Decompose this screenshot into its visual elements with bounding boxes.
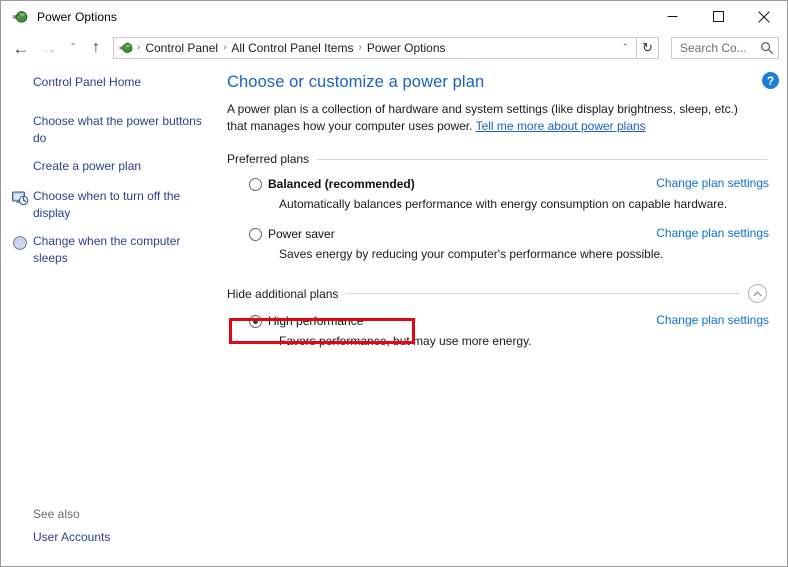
plan-name: Balanced (recommended) [268, 177, 415, 191]
sidebar-item-turn-off-display[interactable]: Choose when to turn off the display [1, 188, 227, 222]
minimize-button[interactable] [649, 1, 695, 32]
radio-balanced[interactable] [249, 178, 262, 191]
power-plug-battery-icon [11, 8, 29, 26]
sleep-moon-icon [11, 234, 29, 252]
section-divider [317, 158, 767, 160]
navigation-bar: ← → ˇ ↑ › Control Panel › All Control Pa… [1, 32, 787, 64]
plan-description: Favors performance, but may use more ene… [279, 334, 532, 348]
power-options-window: Power Options ← → ˇ ↑ › Control Panel › … [0, 0, 788, 567]
main-panel: ? Choose or customize a power plan A pow… [227, 64, 787, 566]
forward-button: → [40, 38, 58, 58]
sidebar-item-control-panel-home[interactable]: Control Panel Home [1, 74, 227, 93]
preferred-plans-list: Balanced (recommended) Automatically bal… [227, 176, 769, 262]
close-button[interactable] [741, 1, 787, 32]
additional-plans-list: High performance Favors performance, but… [227, 313, 769, 349]
maximize-button[interactable] [695, 1, 741, 32]
change-plan-settings-power-saver[interactable]: Change plan settings [656, 226, 769, 240]
content-area: Control Panel Home Choose what the power… [1, 64, 787, 566]
change-plan-settings-high-performance[interactable]: Change plan settings [656, 313, 769, 327]
see-also-section: See also User Accounts [1, 507, 227, 544]
preferred-plans-label: Preferred plans [227, 152, 310, 166]
refresh-button[interactable]: ↻ [637, 37, 659, 59]
address-power-icon [118, 40, 134, 56]
plan-row-power-saver[interactable]: Power saver Saves energy by reducing you… [249, 226, 769, 262]
sidebar-item-label: Choose when to turn off the display [33, 189, 181, 220]
tell-me-more-link[interactable]: Tell me more about power plans [476, 119, 646, 133]
search-box[interactable]: Search Co... [671, 37, 779, 59]
chevron-down-icon[interactable]: ˇ [616, 43, 634, 54]
preferred-plans-header: Preferred plans [227, 152, 769, 166]
sidebar-item-label: Create a power plan [33, 159, 142, 173]
up-button[interactable]: ↑ [83, 34, 109, 62]
section-divider [346, 293, 740, 294]
minimize-icon [667, 16, 677, 17]
plan-name: Power saver [268, 227, 335, 241]
sidebar-item-user-accounts[interactable]: User Accounts [1, 530, 227, 544]
close-icon [758, 10, 770, 23]
breadcrumb-control-panel[interactable]: Control Panel [141, 41, 222, 55]
sidebar-item-label: Control Panel Home [33, 75, 142, 89]
sidebar-item-create-power-plan[interactable]: Create a power plan [1, 158, 227, 177]
help-button[interactable]: ? [762, 72, 779, 89]
address-bar[interactable]: › Control Panel › All Control Panel Item… [113, 37, 637, 59]
plan-name: High performance [268, 314, 364, 328]
sidebar-item-computer-sleeps[interactable]: Change when the computer sleeps [1, 233, 227, 267]
plan-row-balanced[interactable]: Balanced (recommended) Automatically bal… [249, 176, 769, 212]
hide-additional-plans-label: Hide additional plans [227, 286, 339, 301]
see-also-label: See also [33, 507, 80, 521]
plan-description: Automatically balances performance with … [279, 197, 728, 211]
plan-description: Saves energy by reducing your computer's… [279, 247, 664, 261]
sidebar-item-label: Change when the computer sleeps [33, 234, 181, 265]
change-plan-settings-balanced[interactable]: Change plan settings [656, 176, 769, 190]
breadcrumb-all-items[interactable]: All Control Panel Items [227, 41, 357, 55]
intro-text: A power plan is a collection of hardware… [227, 101, 754, 135]
chevron-up-icon[interactable] [748, 284, 767, 303]
display-clock-icon [11, 189, 29, 207]
search-input[interactable]: Search Co... [680, 41, 760, 55]
back-button[interactable]: ← [7, 34, 35, 62]
additional-plans-header: Hide additional plans [227, 284, 769, 303]
sidebar-item-power-buttons[interactable]: Choose what the power buttons do [1, 113, 227, 147]
radio-power-saver[interactable] [249, 228, 262, 241]
sidebar: Control Panel Home Choose what the power… [1, 64, 227, 566]
plan-row-high-performance[interactable]: High performance Favors performance, but… [249, 313, 769, 349]
maximize-icon [712, 11, 724, 22]
sidebar-item-label: Choose what the power buttons do [33, 114, 202, 145]
radio-high-performance[interactable] [249, 315, 262, 328]
page-title: Choose or customize a power plan [227, 73, 485, 91]
recent-locations-button[interactable]: ˇ [63, 34, 83, 62]
window-controls [649, 1, 787, 32]
search-icon [760, 41, 774, 55]
titlebar: Power Options [1, 1, 787, 32]
breadcrumb-power-options[interactable]: Power Options [363, 41, 450, 55]
window-title: Power Options [37, 9, 118, 24]
